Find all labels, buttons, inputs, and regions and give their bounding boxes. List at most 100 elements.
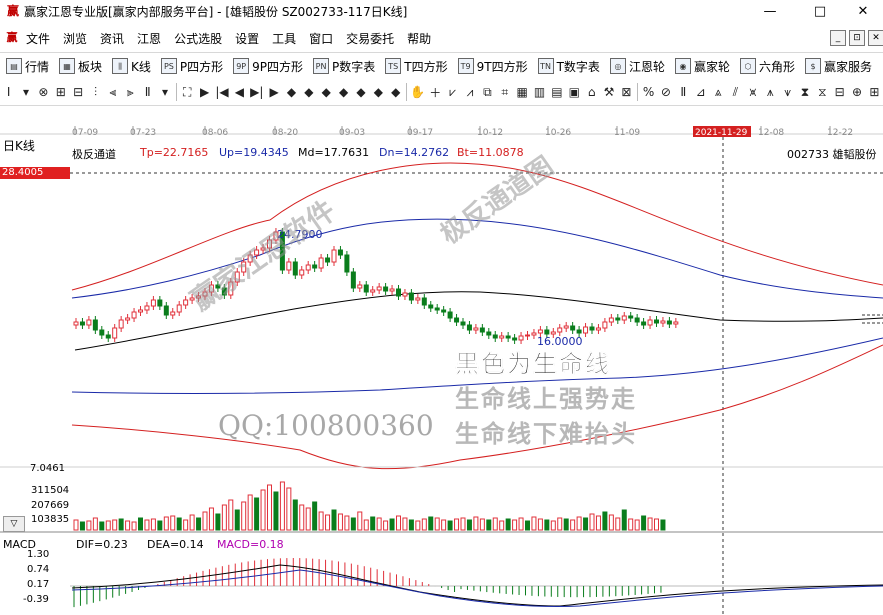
parallel-icon[interactable]: ⫽ — [727, 82, 744, 102]
table-icon[interactable]: ▦ — [513, 82, 530, 102]
maximize-button[interactable]: □ — [797, 0, 843, 22]
diamond2-icon[interactable]: ◆ — [300, 82, 317, 102]
plus-icon[interactable]: ⊕ — [848, 82, 865, 102]
crosshair-icon[interactable]: ＋ — [427, 82, 444, 102]
menu-browse[interactable]: 浏览 — [63, 30, 87, 47]
box-icon[interactable]: ▣ — [566, 82, 583, 102]
circle-icon[interactable]: ⊗ — [35, 82, 52, 102]
volume-bar — [479, 518, 485, 531]
candle-body — [299, 269, 305, 276]
mdi-close-button[interactable]: ✕ — [868, 30, 883, 46]
volume-bar — [518, 517, 524, 531]
toolbar-item-3[interactable]: PS P四方形 — [160, 58, 223, 75]
toolbar-item-7[interactable]: T9 9T四方形 — [457, 58, 528, 75]
cursor-icon[interactable]: I — [0, 82, 17, 102]
dropdown2-icon[interactable]: ▾ — [156, 82, 173, 102]
time2-icon[interactable]: ⧖ — [814, 82, 831, 102]
dropdown-icon[interactable]: ▾ — [17, 82, 34, 102]
candle-body — [286, 261, 292, 271]
pause-icon[interactable]: Ⅱ — [675, 82, 692, 102]
minimize-button[interactable]: — — [747, 0, 793, 22]
copy-icon[interactable]: ⧉ — [479, 82, 496, 102]
tool-icon[interactable]: ⚒ — [600, 82, 617, 102]
cross-box-icon[interactable]: ⊠ — [618, 82, 635, 102]
volume-bar — [247, 494, 253, 531]
menu-help[interactable]: 帮助 — [407, 30, 431, 47]
diamond4-icon[interactable]: ◆ — [335, 82, 352, 102]
diamond6-icon[interactable]: ◆ — [370, 82, 387, 102]
table3-icon[interactable]: ▤ — [548, 82, 565, 102]
candle-body — [563, 325, 569, 329]
candle-body — [402, 292, 408, 297]
volume-bar — [544, 519, 550, 531]
zoom-icon[interactable]: ⛶ — [179, 82, 196, 102]
volume-bar — [202, 511, 208, 531]
toolbar-item-10[interactable]: ◉ 赢家轮 — [674, 58, 730, 75]
first-icon[interactable]: |◀ — [213, 82, 230, 102]
percent-icon[interactable]: % — [640, 82, 657, 102]
menu-tools[interactable]: 工具 — [272, 30, 296, 47]
fan1-icon[interactable]: ⩙ — [744, 82, 761, 102]
candle3-icon[interactable]: ⫸ — [122, 82, 139, 102]
prev-icon[interactable]: ◀ — [231, 82, 248, 102]
last-icon[interactable]: ▶| — [248, 82, 265, 102]
fan3-icon[interactable]: ⩛ — [779, 82, 796, 102]
mdi-minimize-button[interactable]: _ — [830, 30, 846, 46]
menu-info[interactable]: 资讯 — [100, 30, 124, 47]
chart-area[interactable]: 07-09 07-23 08-06 08-20 09-03 09-17 10-12 10-26… — [0, 106, 883, 615]
triangle-icon[interactable]: ⊿ — [692, 82, 709, 102]
toolbar-item-2[interactable]: ⫼ K线 — [112, 58, 151, 75]
toolbar-item-label: K线 — [131, 59, 151, 74]
menu-gann[interactable]: 江恩 — [137, 30, 161, 47]
wave-icon[interactable]: ⩘ — [461, 82, 478, 102]
quote-icon: ▤ — [6, 58, 22, 74]
toolbar-item-6[interactable]: TS T四方形 — [385, 58, 448, 75]
candle2-icon[interactable]: ⫷ — [104, 82, 121, 102]
minus-icon[interactable]: ⊟ — [831, 82, 848, 102]
candle-icon[interactable]: ⫶ — [87, 82, 104, 102]
play-icon[interactable]: ▶ — [196, 82, 213, 102]
grid-icon[interactable]: ⊞ — [52, 82, 69, 102]
hand-icon[interactable]: ✋ — [409, 82, 426, 102]
toolbar-item-1[interactable]: ▦ 板块 — [59, 58, 102, 75]
toolbar-item-9[interactable]: ◎ 江恩轮 — [609, 58, 665, 75]
menu-settings[interactable]: 设置 — [235, 30, 259, 47]
no-icon[interactable]: ⊘ — [657, 82, 674, 102]
polygon-icon[interactable]: ⩓ — [709, 82, 726, 102]
line-icon[interactable]: ⩗ — [444, 82, 461, 102]
kline-chart-svg[interactable]: 07-09 07-23 08-06 08-20 09-03 09-17 10-12 10-26… — [0, 106, 883, 615]
bar-icon[interactable]: Ⅱ — [139, 82, 156, 102]
fan2-icon[interactable]: ⩚ — [762, 82, 779, 102]
toolbar-item-11[interactable]: ⬡ 六角形 — [739, 58, 795, 75]
toolbar-item-4[interactable]: 9P 9P四方形 — [233, 58, 303, 75]
diamond3-icon[interactable]: ◆ — [318, 82, 335, 102]
home-icon[interactable]: ⌂ — [583, 82, 600, 102]
table2-icon[interactable]: ▥ — [531, 82, 548, 102]
candle-body — [615, 317, 621, 321]
diamond5-icon[interactable]: ◆ — [352, 82, 369, 102]
stock-label: 002733 雄韬股份 — [787, 148, 877, 161]
toolbar-item-8[interactable]: TN T数字表 — [537, 58, 600, 75]
diamond1-icon[interactable]: ◆ — [283, 82, 300, 102]
toolbar-item-5[interactable]: PN P数字表 — [313, 58, 375, 75]
collapse-panel-button[interactable]: ▽ — [3, 516, 25, 532]
close-button[interactable]: ✕ — [840, 0, 883, 22]
menu-formula-select[interactable]: 公式选股 — [174, 30, 222, 47]
volume-bar — [112, 519, 118, 531]
grid2-icon[interactable]: ⊟ — [70, 82, 87, 102]
menu-window[interactable]: 窗口 — [309, 30, 333, 47]
volume-bar — [654, 518, 659, 531]
time1-icon[interactable]: ⧗ — [796, 82, 813, 102]
grid3-icon[interactable]: ⊞ — [866, 82, 883, 102]
menu-trade[interactable]: 交易委托 — [346, 30, 394, 47]
diamond7-icon[interactable]: ◆ — [387, 82, 404, 102]
next-icon[interactable]: ▶ — [265, 82, 282, 102]
candle-body — [473, 327, 479, 331]
candle-body — [570, 325, 576, 331]
menu-file[interactable]: 文件 — [26, 30, 50, 47]
toolbar-item-0[interactable]: ▤ 行情 — [6, 58, 49, 75]
candle-body — [621, 315, 627, 321]
mdi-restore-button[interactable]: ⊡ — [849, 30, 865, 46]
fib-icon[interactable]: ⌗ — [496, 82, 513, 102]
toolbar-item-12[interactable]: $ 赢家服务 — [804, 58, 872, 75]
